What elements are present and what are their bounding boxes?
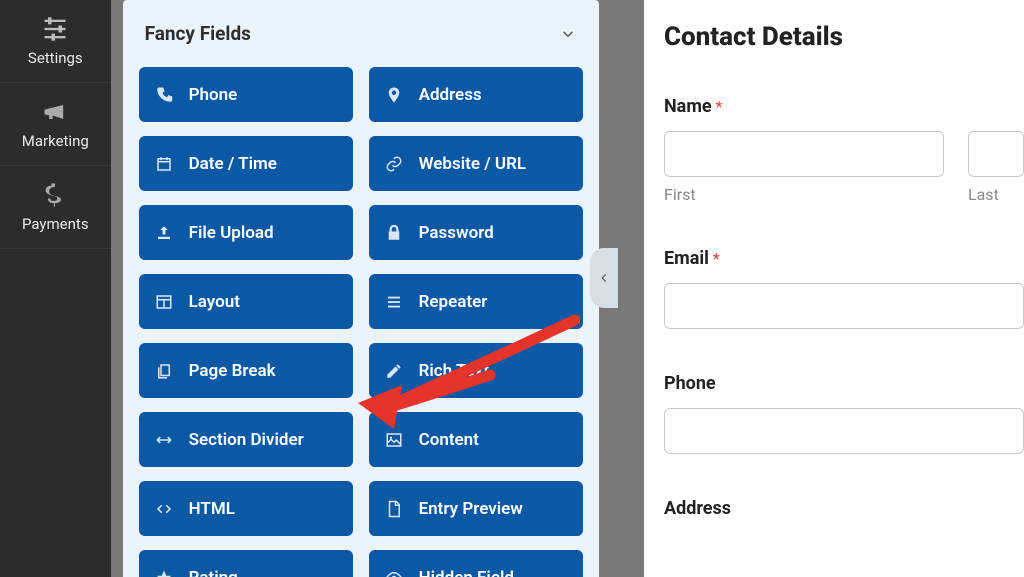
field-label: File Upload [189, 223, 274, 243]
pin-icon [385, 86, 403, 104]
field-address[interactable]: Address [369, 67, 583, 122]
chevron-down-icon [559, 25, 577, 43]
nav-marketing-label: Marketing [22, 132, 89, 150]
bullhorn-icon [41, 98, 69, 126]
phone-label: Phone [664, 373, 716, 394]
address-group: Address [664, 498, 1024, 519]
field-label: Address [419, 85, 482, 105]
field-label: Content [419, 430, 479, 450]
nav-settings[interactable]: Settings [0, 0, 111, 83]
dollar-icon [41, 181, 69, 209]
field-entry-preview[interactable]: Entry Preview [369, 481, 583, 536]
phone-group: Phone [664, 373, 1024, 454]
field-html[interactable]: HTML [139, 481, 353, 536]
address-label: Address [664, 498, 731, 519]
chevron-left-icon [597, 271, 611, 285]
field-phone[interactable]: Phone [139, 67, 353, 122]
required-marker: * [716, 97, 723, 116]
field-content[interactable]: Content [369, 412, 583, 467]
email-input[interactable] [664, 283, 1024, 329]
form-preview: Contact Details Name* First Last Email* … [644, 0, 1024, 577]
field-page-break[interactable]: Page Break [139, 343, 353, 398]
email-group: Email* [664, 248, 1024, 329]
field-label: HTML [189, 499, 235, 519]
nav-settings-label: Settings [28, 49, 83, 67]
fields-panel-wrap: Fancy Fields Phone Address Date / Time Webs… [111, 0, 613, 577]
field-label: Rich Text [419, 361, 490, 381]
upload-icon [155, 224, 173, 242]
field-date-time[interactable]: Date / Time [139, 136, 353, 191]
required-marker: * [713, 249, 720, 268]
fields-grid: Phone Address Date / Time Website / URL File… [139, 67, 583, 577]
phone-input[interactable] [664, 408, 1024, 454]
arrows-icon [155, 431, 173, 449]
image-icon [385, 431, 403, 449]
field-rich-text[interactable]: Rich Text [369, 343, 583, 398]
lock-icon [385, 224, 403, 242]
pencil-icon [385, 362, 403, 380]
list-icon [385, 293, 403, 311]
panel-collapse-handle[interactable] [590, 248, 618, 308]
field-label: Layout [189, 292, 240, 312]
field-label: Phone [189, 85, 238, 105]
fields-panel: Fancy Fields Phone Address Date / Time Webs… [123, 0, 599, 577]
nav-marketing[interactable]: Marketing [0, 83, 111, 166]
form-title: Contact Details [664, 22, 1024, 52]
code-icon [155, 500, 173, 518]
field-website-url[interactable]: Website / URL [369, 136, 583, 191]
nav-payments[interactable]: Payments [0, 166, 111, 249]
field-file-upload[interactable]: File Upload [139, 205, 353, 260]
fancy-fields-title: Fancy Fields [145, 22, 251, 45]
name-label: Name [664, 96, 712, 117]
field-password[interactable]: Password [369, 205, 583, 260]
link-icon [385, 155, 403, 173]
field-label: Date / Time [189, 154, 277, 174]
last-sublabel: Last [968, 185, 1024, 204]
field-label: Password [419, 223, 494, 243]
name-group: Name* First Last [664, 96, 1024, 204]
field-label: Hidden Field [419, 568, 514, 577]
field-label: Section Divider [189, 430, 304, 450]
sliders-icon [41, 15, 69, 43]
field-label: Entry Preview [419, 499, 523, 519]
field-repeater[interactable]: Repeater [369, 274, 583, 329]
nav-payments-label: Payments [22, 215, 89, 233]
last-name-input[interactable] [968, 131, 1024, 177]
field-label: Page Break [189, 361, 276, 381]
field-label: Repeater [419, 292, 488, 312]
copy-icon [155, 362, 173, 380]
phone-icon [155, 86, 173, 104]
field-rating[interactable]: Rating [139, 550, 353, 577]
field-label: Rating [189, 568, 238, 577]
star-icon [155, 569, 173, 577]
first-name-input[interactable] [664, 131, 944, 177]
field-section-divider[interactable]: Section Divider [139, 412, 353, 467]
calendar-icon [155, 155, 173, 173]
main-nav: Settings Marketing Payments [0, 0, 111, 577]
fancy-fields-header[interactable]: Fancy Fields [139, 0, 583, 67]
field-layout[interactable]: Layout [139, 274, 353, 329]
email-label: Email [664, 248, 709, 269]
layout-icon [155, 293, 173, 311]
first-sublabel: First [664, 185, 944, 204]
file-icon [385, 500, 403, 518]
field-hidden-field[interactable]: Hidden Field [369, 550, 583, 577]
field-label: Website / URL [419, 154, 526, 174]
eye-icon [385, 569, 403, 577]
